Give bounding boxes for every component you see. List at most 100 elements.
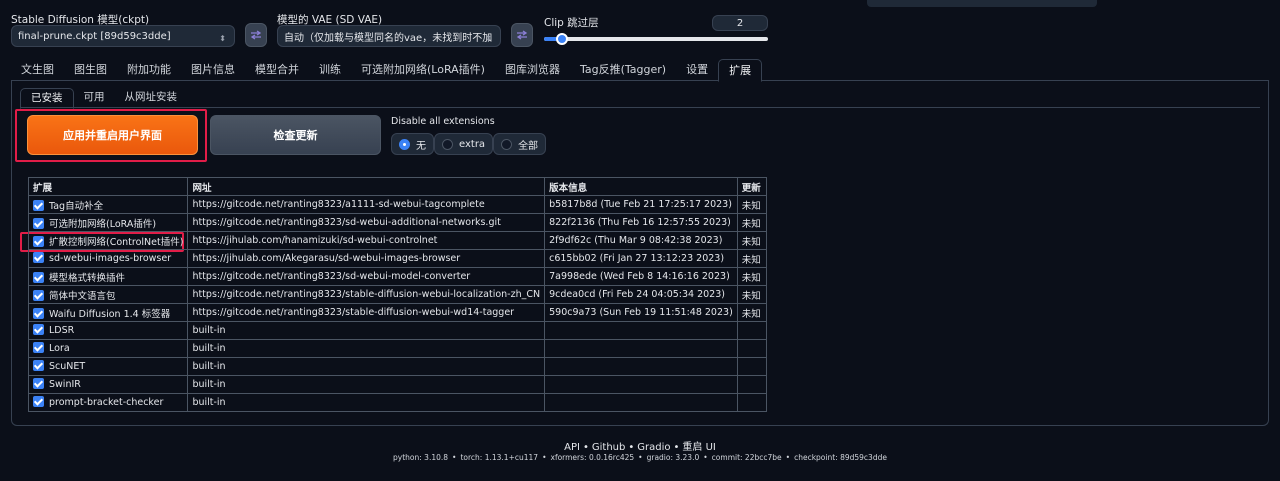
subtab-2[interactable]: 从网址安装 [115,88,188,108]
footer-link-0[interactable]: API [564,442,580,453]
refresh-icon [250,30,262,40]
tab-8[interactable]: Tag反推(Tagger) [570,59,676,81]
extension-version-cell [544,321,738,340]
extension-enabled-checkbox[interactable] [33,252,44,263]
extension-url-cell[interactable]: https://gitcode.net/ranting8323/stable-d… [187,303,546,322]
extension-name-cell: ScuNET [27,357,189,376]
disable-all-label: Disable all extensions [391,116,495,127]
refresh-vae-button[interactable] [511,23,533,47]
extension-enabled-checkbox[interactable] [33,342,44,353]
table-row: ScuNET built-in [27,357,767,376]
tab-3[interactable]: 图片信息 [181,59,245,81]
radio-option-0[interactable]: 无 [391,133,434,155]
tab-2[interactable]: 附加功能 [117,59,181,81]
extension-name-cell: 可选附加网络(LoRA插件) [27,213,189,232]
footer-version-item: commit: 22bcc7be [711,453,782,462]
extension-name-cell: Tag自动补全 [27,195,189,214]
extension-url-cell[interactable]: https://gitcode.net/ranting8323/stable-d… [187,285,546,304]
table-row: 扩散控制网络(ControlNet插件) https://jihulab.com/… [27,231,767,250]
tab-0[interactable]: 文生图 [11,59,64,81]
extension-name-cell: 简体中文语言包 [27,285,189,304]
extension-name-cell: prompt-bracket-checker [27,393,189,412]
tab-1[interactable]: 图生图 [64,59,117,81]
footer-link-3[interactable]: 重启 UI [682,442,715,453]
extension-update-cell: 未知 [736,249,767,268]
table-row: 可选附加网络(LoRA插件) https://gitcode.net/rantin… [27,213,767,232]
extension-enabled-checkbox[interactable] [33,199,44,211]
extension-name: LDSR [49,325,75,336]
extension-url-cell[interactable]: https://gitcode.net/ranting8323/a1111-sd… [187,195,546,214]
extension-name: Tag自动补全 [49,200,104,212]
extension-enabled-checkbox[interactable] [33,217,44,229]
table-row: SwinIR built-in [27,375,767,394]
footer-link-1[interactable]: Github [592,442,625,453]
extension-enabled-checkbox[interactable] [33,324,44,335]
extension-enabled-checkbox[interactable] [33,271,44,283]
subtab-0[interactable]: 已安装 [20,88,74,109]
apply-restart-button[interactable]: 应用并重启用户界面 [27,115,198,155]
table-row: Tag自动补全 https://gitcode.net/ranting8323/a… [27,195,767,214]
tab-4[interactable]: 模型合并 [245,59,309,81]
extension-name: 可选附加网络(LoRA插件) [49,218,157,230]
tab-7[interactable]: 图库浏览器 [495,59,570,81]
ckpt-select-value: final-prune.ckpt [89d59c3dde] [18,30,171,42]
footer-separator: • [628,442,635,453]
radio-option-2[interactable]: 全部 [493,133,547,155]
clip-number-input[interactable]: 2 [712,15,768,31]
extension-url-cell[interactable]: https://gitcode.net/ranting8323/sd-webui… [187,213,546,232]
extension-name: SwinIR [49,379,81,390]
footer-separator: • [638,453,643,462]
extension-name: ScuNET [49,361,86,372]
clip-slider-thumb[interactable] [555,33,568,45]
extension-enabled-checkbox[interactable] [33,378,44,389]
extension-enabled-checkbox[interactable] [33,307,44,319]
subtab-1[interactable]: 可用 [74,88,115,108]
radio-option-label: 无 [416,140,426,152]
col-header-extension: 扩展 [27,177,189,196]
footer-link-2[interactable]: Gradio [637,442,670,453]
radio-option-1[interactable]: extra [434,133,494,155]
tab-9[interactable]: 设置 [676,59,718,81]
extension-name-cell: LDSR [27,321,189,340]
extension-update-cell [736,357,767,376]
extension-url-cell[interactable]: built-in [187,339,546,358]
extension-enabled-checkbox[interactable] [33,289,44,301]
radio-dot-icon [442,138,453,150]
tab-10[interactable]: 扩展 [718,59,763,82]
extension-version-cell: c615bb02 (Fri Jan 27 13:12:23 2023) [544,249,738,268]
footer-separator: • [542,453,547,462]
extension-url-cell[interactable]: https://jihulab.com/hanamizuki/sd-webui-… [187,231,546,250]
vae-select[interactable]: 自动（仅加载与模型同名的vae，未找到时不加 ⬍ [277,25,501,47]
extension-version-cell [544,375,738,394]
vae-select-value: 自动（仅加载与模型同名的vae，未找到时不加 [284,32,493,44]
radio-dot-icon [501,138,513,150]
tab-6[interactable]: 可选附加网络(LoRA插件) [351,59,495,81]
extension-url-cell[interactable]: built-in [187,393,546,412]
extension-update-cell: 未知 [736,195,767,214]
extension-name-cell: sd-webui-images-browser [27,249,189,268]
extension-update-cell [736,393,767,412]
tab-5[interactable]: 训练 [309,59,351,81]
footer-separator: • [703,453,708,462]
ckpt-select[interactable]: final-prune.ckpt [89d59c3dde] ⬍ [11,25,235,47]
extension-name-cell: Waifu Diffusion 1.4 标签器 [27,303,189,322]
extension-enabled-checkbox[interactable] [33,235,44,247]
clip-slider-track[interactable] [544,37,768,41]
extension-name: prompt-bracket-checker [49,397,164,408]
table-header-row: 扩展 网址 版本信息 更新 [27,177,767,196]
extension-version-cell: b5817b8d (Tue Feb 21 17:25:17 2023) [544,195,738,214]
footer-versions: python: 3.10.8 • torch: 1.13.1+cu117 • xform… [0,453,1280,462]
extension-url-cell[interactable]: built-in [187,321,546,340]
extension-url-cell[interactable]: built-in [187,375,546,394]
extension-enabled-checkbox[interactable] [33,360,44,371]
extension-enabled-checkbox[interactable] [33,396,44,407]
table-row: Lora built-in [27,339,767,358]
extension-url-cell[interactable]: https://jihulab.com/Akegarasu/sd-webui-i… [187,249,546,268]
extension-url-cell[interactable]: https://gitcode.net/ranting8323/sd-webui… [187,267,546,286]
check-updates-button[interactable]: 检查更新 [210,115,381,155]
refresh-ckpt-button[interactable] [245,23,267,47]
extension-version-cell: 2f9df62c (Thu Mar 9 08:42:38 2023) [544,231,738,250]
extension-url-cell[interactable]: built-in [187,357,546,376]
col-header-update: 更新 [736,177,767,196]
footer-version-item: xformers: 0.0.16rc425 [550,453,635,462]
